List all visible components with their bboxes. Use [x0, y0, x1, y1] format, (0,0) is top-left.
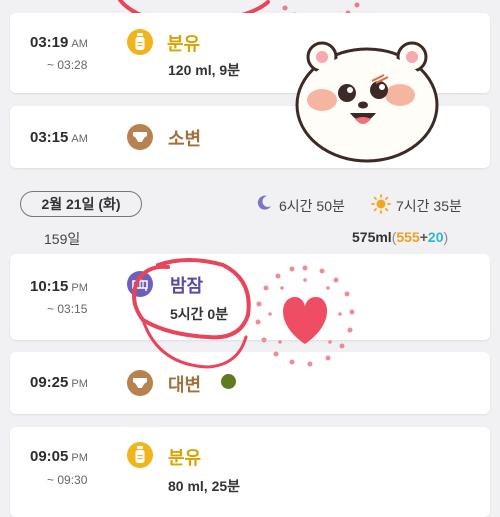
end-time: ~ 03:15: [47, 302, 88, 316]
night-sleep-total: 6시간 50분: [279, 198, 345, 214]
crib-icon: [127, 271, 153, 297]
end-time: ~ 09:30: [47, 473, 88, 487]
record-card[interactable]: 03:15 AM 소변: [10, 106, 490, 168]
start-time: 03:19 AM: [30, 34, 88, 51]
total-feed: 575ml(555+20): [352, 229, 449, 245]
record-card[interactable]: 10:15 PM ~ 03:15 밤잠 5시간 0분: [10, 254, 490, 340]
start-time: 10:15 PM: [30, 278, 88, 295]
record-card[interactable]: 09:25 PM 대변: [10, 352, 490, 414]
day-sleep-total: 7시간 35분: [396, 198, 462, 214]
record-detail: 120 ml, 9분: [168, 62, 241, 78]
stool-color-dot: [221, 374, 236, 389]
bottle-icon: [127, 442, 153, 468]
date-pill[interactable]: 2월 21일 (화): [20, 191, 142, 217]
moon-icon: [255, 194, 273, 212]
record-card[interactable]: 09:05 PM ~ 09:30 분유 80 ml, 25분: [10, 427, 490, 517]
sun-icon: [371, 194, 391, 214]
record-title: 소변: [168, 129, 202, 149]
record-detail: 5시간 0분: [170, 306, 229, 322]
start-time: 09:25 PM: [30, 374, 88, 391]
day-count: 159일: [44, 231, 81, 247]
diaper-icon: [127, 124, 153, 150]
record-detail: 80 ml, 25분: [168, 478, 241, 494]
record-title: 대변: [168, 375, 202, 395]
bottle-icon: [127, 29, 153, 55]
record-card[interactable]: 03:19 AM ~ 03:28 분유 120 ml, 9분: [10, 13, 490, 93]
start-time: 09:05 PM: [30, 448, 88, 465]
diaper-icon: [127, 370, 153, 396]
record-title: 밤잠: [170, 276, 204, 296]
end-time: ~ 03:28: [47, 58, 88, 72]
record-title: 분유: [167, 34, 201, 54]
start-time: 03:15 AM: [30, 129, 88, 146]
record-title: 분유: [168, 448, 202, 468]
